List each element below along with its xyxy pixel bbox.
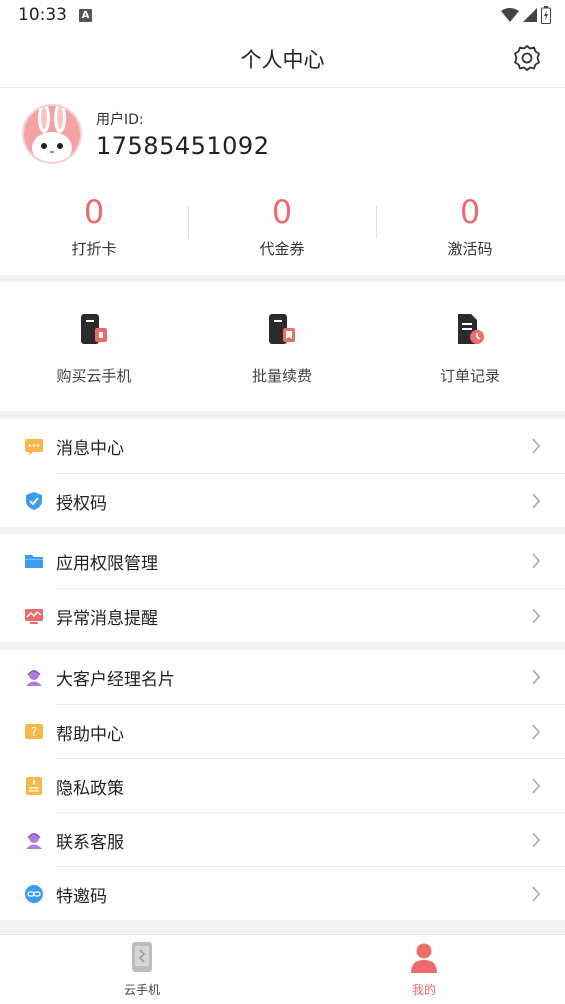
stat-value: 0 <box>271 193 293 231</box>
svg-text:?: ? <box>31 725 37 739</box>
chevron-right-icon <box>532 886 541 902</box>
shield-icon <box>26 492 42 510</box>
tab-mine[interactable]: 我的 <box>354 941 494 998</box>
stat-value: 0 <box>83 193 105 231</box>
stat-voucher[interactable]: 0 代金券 <box>188 192 376 259</box>
action-label: 订单记录 <box>439 367 500 385</box>
menu-item-label: 异常消息提醒 <box>56 609 158 629</box>
order-record-button[interactable]: 订单记录 <box>376 312 564 386</box>
status-icons <box>501 5 551 25</box>
stat-discount-card[interactable]: 0 打折卡 <box>0 192 188 259</box>
invite-link-icon <box>25 885 43 903</box>
cloud-phone-icon <box>132 942 152 972</box>
page-title: 个人中心 <box>240 48 325 72</box>
action-label: 批量续费 <box>251 367 312 385</box>
rabbit-avatar-icon <box>24 106 80 162</box>
menu-item-label: 授权码 <box>56 494 107 514</box>
menu-item-message-center[interactable]: 消息中心 <box>0 419 565 473</box>
order-record-icon <box>458 314 484 344</box>
menu-group-1: 消息中心 授权码 <box>0 419 565 527</box>
phone-buy-icon <box>81 314 107 344</box>
quick-actions: 购买云手机 批量续费 订单记录 <box>0 282 565 411</box>
menu-group-2: 应用权限管理 异常消息提醒 <box>0 534 565 642</box>
menu-item-label: 应用权限管理 <box>56 554 158 574</box>
menu-item-app-permissions[interactable]: 应用权限管理 <box>0 534 565 588</box>
buy-cloud-phone-button[interactable]: 购买云手机 <box>0 312 188 386</box>
action-label: 购买云手机 <box>56 367 132 385</box>
status-bar: 10:33 A <box>0 0 565 32</box>
gear-icon <box>514 45 540 71</box>
user-id-label: 用户ID: <box>96 112 144 128</box>
chevron-right-icon <box>532 493 541 509</box>
signal-icon <box>523 8 537 22</box>
battery-icon <box>541 6 551 24</box>
notification-icon: A <box>79 9 92 22</box>
help-icon: ? <box>25 724 43 739</box>
menu-item-auth-code[interactable]: 授权码 <box>26 473 565 527</box>
chevron-right-icon <box>532 832 541 848</box>
chevron-right-icon <box>532 724 541 740</box>
user-id-value: 17585451092 <box>96 132 270 160</box>
tab-label: 云手机 <box>123 983 160 997</box>
menu-item-label: 联系客服 <box>56 833 124 853</box>
menu-item-help-center[interactable]: ? 帮助中心 <box>25 704 565 758</box>
menu-item-label: 大客户经理名片 <box>56 670 175 690</box>
message-icon <box>25 439 43 455</box>
tab-label: 我的 <box>411 983 436 997</box>
menu-item-label: 特邀码 <box>56 887 107 907</box>
settings-button[interactable] <box>512 43 542 73</box>
chevron-right-icon <box>532 553 541 569</box>
app-header: 个人中心 <box>0 32 565 88</box>
stat-value: 0 <box>459 193 481 231</box>
batch-renew-button[interactable]: 批量续费 <box>188 312 376 386</box>
stat-label: 代金券 <box>259 240 305 258</box>
privacy-icon <box>26 777 42 795</box>
stats-row: 0 打折卡 0 代金券 0 激活码 <box>0 192 565 262</box>
menu-item-label: 隐私政策 <box>56 779 124 799</box>
folder-icon <box>25 555 43 568</box>
phone-renew-icon <box>269 314 295 344</box>
menu-item-abnormal-alert[interactable]: 异常消息提醒 <box>25 588 565 642</box>
menu-item-privacy-policy[interactable]: 隐私政策 <box>26 758 565 812</box>
manager-icon <box>26 670 42 686</box>
menu-item-customer-service[interactable]: 联系客服 <box>26 812 565 866</box>
status-time: 10:33 <box>18 5 67 25</box>
tab-cloud-phone[interactable]: 云手机 <box>72 941 212 998</box>
stat-activation-code[interactable]: 0 激活码 <box>376 192 564 259</box>
menu-item-label: 消息中心 <box>56 439 124 459</box>
wifi-icon <box>501 8 519 22</box>
chevron-right-icon <box>532 608 541 624</box>
menu-item-label: 帮助中心 <box>56 725 124 745</box>
user-icon <box>411 943 437 973</box>
stat-label: 激活码 <box>447 240 493 258</box>
menu-group-3: 大客户经理名片 ? 帮助中心 隐私政策 联系客服 特邀码 <box>0 650 565 920</box>
service-icon <box>26 833 42 849</box>
profile-card: 用户ID: 17585451092 0 打折卡 0 代金券 0 激活码 <box>0 88 565 275</box>
chevron-right-icon <box>532 778 541 794</box>
avatar[interactable] <box>22 104 82 164</box>
stat-label: 打折卡 <box>71 240 117 258</box>
bottom-tab-bar: 云手机 我的 <box>0 934 565 1004</box>
chevron-right-icon <box>532 669 541 685</box>
alert-chart-icon <box>25 609 43 624</box>
menu-item-account-manager[interactable]: 大客户经理名片 <box>0 650 565 704</box>
chevron-right-icon <box>532 438 541 454</box>
menu-item-invite-code[interactable]: 特邀码 <box>25 866 565 920</box>
